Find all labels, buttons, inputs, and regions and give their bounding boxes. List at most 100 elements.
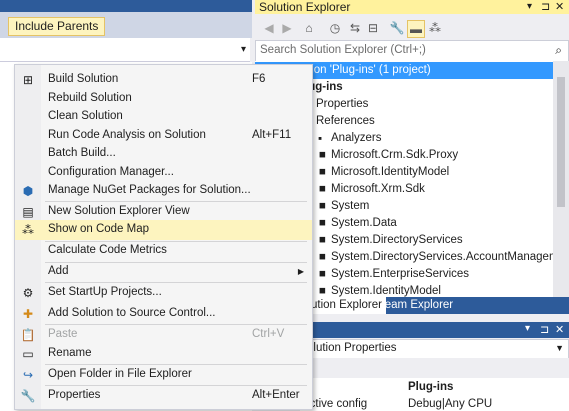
pin-icon[interactable]: ⊐: [541, 0, 550, 14]
tree-item[interactable]: Microsoft.Xrm.Sdk: [331, 181, 425, 198]
menu-item-label: Properties: [48, 389, 101, 401]
build-icon: ⊞: [22, 73, 34, 87]
analyzers-icon: ▪: [318, 133, 323, 145]
tree-item[interactable]: System.DirectoryServices.AccountManageme…: [331, 249, 553, 266]
menu-item-label: Rename: [48, 347, 92, 359]
window-dropdown-icon[interactable]: ▾: [527, 0, 532, 14]
chevron-down-icon: ▾: [240, 44, 246, 55]
source-control-icon: ✚: [22, 307, 34, 321]
close-icon[interactable]: ✕: [555, 0, 564, 14]
menu-item-set-startup-projects[interactable]: ⚙ Set StartUp Projects...: [15, 283, 312, 303]
rename-icon: ▭: [22, 347, 34, 361]
editor-title-bar: [0, 0, 252, 12]
menu-item-add-to-source-control[interactable]: ✚ Add Solution to Source Control...: [15, 304, 312, 324]
reference-icon: ■: [319, 217, 326, 229]
reference-icon: ■: [319, 166, 326, 178]
pin-icon[interactable]: ⊐: [540, 323, 549, 336]
menu-item-label: Batch Build...: [48, 147, 116, 159]
window-dropdown-icon[interactable]: ▾: [525, 323, 530, 334]
menu-item-properties[interactable]: 🔧 Properties Alt+Enter: [15, 386, 312, 406]
new-view-icon: ▤: [22, 205, 34, 219]
tree-item[interactable]: System.Data: [331, 215, 397, 232]
menu-item-label: Build Solution: [48, 73, 119, 85]
search-placeholder: Search Solution Explorer (Ctrl+;): [260, 44, 426, 56]
menu-item-manage-nuget[interactable]: ⬢ Manage NuGet Packages for Solution...: [15, 181, 312, 201]
include-parents-button[interactable]: Include Parents: [8, 17, 106, 36]
menu-item-run-code-analysis[interactable]: Run Code Analysis on Solution Alt+F11: [15, 126, 312, 146]
menu-item-shortcut: Alt+Enter: [252, 389, 300, 401]
menu-item-add[interactable]: Add ▶: [15, 262, 312, 282]
solution-context-menu: ⊞ Build Solution F6 Rebuild Solution Cle…: [14, 64, 313, 410]
property-value[interactable]: Debug|Any CPU: [408, 398, 492, 410]
reference-icon: ■: [319, 251, 326, 263]
menu-item-rename[interactable]: ▭ Rename: [15, 344, 312, 364]
menu-item-clean-solution[interactable]: Clean Solution: [15, 107, 312, 127]
properties-grid: Plug-ins Active config Debug|Any CPU: [300, 378, 569, 411]
tree-item[interactable]: Properties: [316, 96, 368, 113]
close-icon[interactable]: ✕: [555, 323, 564, 336]
reference-icon: ■: [319, 285, 326, 297]
menu-item-open-folder[interactable]: ↪ Open Folder in File Explorer: [15, 365, 312, 385]
solution-explorer-toolbar: ◀ ▶ ⌂ ◷ ⇆ ⊟ 🔧 ▬ ⁂: [255, 16, 569, 40]
sync-icon[interactable]: ⇆: [347, 20, 363, 36]
paste-icon: 📋: [20, 328, 36, 342]
tree-item[interactable]: Microsoft.Crm.Sdk.Proxy: [331, 147, 458, 164]
properties-object-select[interactable]: olution Properties ▼: [300, 339, 569, 359]
tree-item[interactable]: System: [331, 198, 369, 215]
home-icon[interactable]: ⌂: [301, 20, 317, 36]
menu-item-configuration-manager[interactable]: Configuration Manager...: [15, 163, 312, 183]
menu-item-label: New Solution Explorer View: [48, 205, 190, 217]
menu-item-build-solution[interactable]: ⊞ Build Solution F6: [15, 70, 312, 90]
reference-icon: ■: [319, 200, 326, 212]
nuget-icon: ⬢: [22, 184, 34, 198]
tree-item[interactable]: Analyzers: [331, 130, 382, 147]
properties-toolbar: [300, 358, 569, 378]
preview-icon[interactable]: ▬: [407, 20, 425, 38]
menu-item-calculate-code-metrics[interactable]: Calculate Code Metrics: [15, 241, 312, 261]
reference-icon: ■: [319, 149, 326, 161]
menu-item-label: Open Folder in File Explorer: [48, 368, 192, 380]
properties-wrench-icon[interactable]: 🔧: [389, 20, 405, 36]
history-icon[interactable]: ◷: [327, 20, 343, 36]
solution-explorer-title-bar: Solution Explorer ▾ ⊐ ✕: [255, 0, 569, 14]
collapse-all-icon[interactable]: ⊟: [365, 20, 381, 36]
editor-dropdown[interactable]: ▾: [0, 38, 250, 62]
menu-item-label: Set StartUp Projects...: [48, 286, 162, 298]
tree-scrollbar[interactable]: [553, 61, 569, 297]
back-icon[interactable]: ◀: [261, 20, 277, 36]
menu-item-shortcut: F6: [252, 73, 266, 85]
code-map-toolbar-icon[interactable]: ⁂: [427, 20, 443, 36]
tree-item[interactable]: System.DirectoryServices: [331, 232, 463, 249]
menu-item-shortcut: Ctrl+V: [252, 328, 285, 340]
menu-item-shortcut: Alt+F11: [252, 129, 292, 141]
search-icon[interactable]: ⌕: [555, 43, 562, 58]
menu-item-new-solution-explorer-view[interactable]: ▤ New Solution Explorer View: [15, 202, 312, 222]
menu-item-rebuild-solution[interactable]: Rebuild Solution: [15, 89, 312, 109]
menu-item-label: Clean Solution: [48, 110, 123, 122]
menu-item-label: Add: [48, 265, 69, 277]
menu-item-label: Configuration Manager...: [48, 166, 174, 178]
forward-icon[interactable]: ▶: [279, 20, 295, 36]
tree-item[interactable]: System.IdentityModel: [331, 283, 441, 297]
menu-item-batch-build[interactable]: Batch Build...: [15, 144, 312, 164]
property-value[interactable]: Plug-ins: [408, 381, 453, 393]
solution-explorer-search[interactable]: Search Solution Explorer (Ctrl+;) ⌕: [255, 40, 569, 62]
menu-item-label: Rebuild Solution: [48, 92, 132, 104]
open-folder-icon: ↪: [22, 368, 34, 382]
menu-item-paste[interactable]: 📋 Paste Ctrl+V: [15, 325, 312, 345]
solution-explorer-title: Solution Explorer: [259, 0, 351, 14]
properties-object-value: olution Properties: [307, 342, 397, 354]
tab-team-explorer[interactable]: Team Explorer: [375, 297, 457, 314]
menu-item-label: Show on Code Map: [48, 223, 150, 235]
menu-item-label: Run Code Analysis on Solution: [48, 129, 206, 141]
menu-item-label: Manage NuGet Packages for Solution...: [48, 184, 251, 196]
tree-item[interactable]: References: [316, 113, 375, 130]
reference-icon: ■: [319, 183, 326, 195]
menu-item-label: Add Solution to Source Control...: [48, 307, 216, 319]
tree-item[interactable]: System.EnterpriseServices: [331, 266, 469, 283]
menu-item-show-on-code-map[interactable]: ⁂ Show on Code Map: [15, 220, 312, 240]
menu-item-label: Paste: [48, 328, 78, 340]
scrollbar-thumb[interactable]: [557, 77, 565, 207]
tree-item[interactable]: Microsoft.IdentityModel: [331, 164, 449, 181]
code-map-icon: ⁂: [22, 223, 34, 237]
